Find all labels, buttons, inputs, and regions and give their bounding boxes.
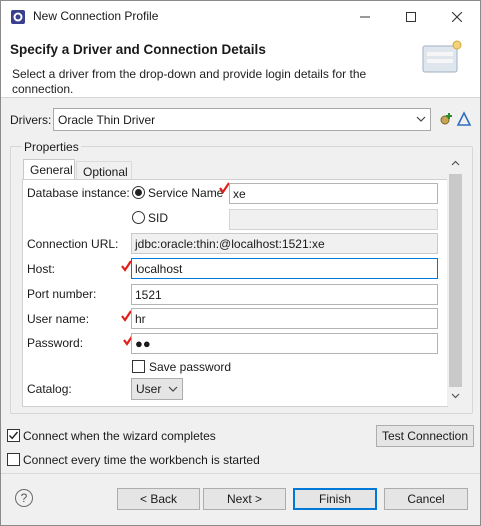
next-button[interactable]: Next > <box>203 488 286 510</box>
maximize-button[interactable] <box>388 1 434 32</box>
scrollbar-thumb[interactable] <box>449 174 462 387</box>
minimize-button[interactable] <box>342 1 388 32</box>
checkmark-icon <box>8 431 19 440</box>
port-number-input[interactable]: 1521 <box>131 284 438 305</box>
sid-input[interactable] <box>229 209 438 230</box>
footer-separator <box>1 473 480 474</box>
host-label: Host: <box>27 262 56 276</box>
wizard-banner: Specify a Driver and Connection Details … <box>1 32 480 98</box>
properties-scrollbar[interactable] <box>447 156 464 406</box>
maximize-icon <box>406 11 416 22</box>
database-wizard-icon <box>422 40 462 73</box>
connection-url-label: Connection URL: <box>27 237 119 251</box>
chevron-down-icon <box>168 386 178 392</box>
catalog-dropdown[interactable]: User <box>131 378 183 400</box>
sid-radio[interactable] <box>132 211 145 224</box>
catalog-label: Catalog: <box>27 382 72 396</box>
tab-optional[interactable]: Optional <box>76 161 132 180</box>
catalog-selected-value: User <box>136 382 162 396</box>
page-description: Select a driver from the drop-down and p… <box>12 67 367 96</box>
window-title: New Connection Profile <box>33 9 159 23</box>
connection-url-field: jdbc:oracle:thin:@localhost:1521:xe <box>131 233 438 254</box>
connect-every-time-checkbox[interactable] <box>7 453 20 466</box>
close-icon <box>452 11 462 22</box>
password-label: Password: <box>27 336 84 350</box>
connect-when-complete-label: Connect when the wizard completes <box>23 429 216 443</box>
host-input[interactable]: localhost <box>131 258 438 279</box>
connect-every-time-label: Connect every time the workbench is star… <box>23 453 260 467</box>
page-heading: Specify a Driver and Connection Details <box>10 42 266 57</box>
dialog-window: New Connection Profile Specify a Driver … <box>0 0 481 526</box>
cancel-button[interactable]: Cancel <box>384 488 468 510</box>
properties-group-label: Properties <box>22 140 81 154</box>
tab-general[interactable]: General <box>23 159 75 180</box>
connect-when-complete-checkbox[interactable] <box>7 429 20 442</box>
save-password-checkbox[interactable] <box>132 360 145 373</box>
password-input[interactable]: ●● <box>131 333 438 354</box>
help-icon[interactable]: ? <box>15 489 33 507</box>
scroll-down-icon[interactable] <box>450 390 461 401</box>
service-name-radio[interactable] <box>132 186 145 199</box>
service-name-input[interactable]: xe <box>229 183 438 204</box>
drivers-dropdown[interactable]: Oracle Thin Driver <box>53 108 431 131</box>
sid-label: SID <box>148 211 169 225</box>
minimize-icon <box>360 16 370 17</box>
port-number-label: Port number: <box>27 287 97 301</box>
back-button[interactable]: < Back <box>117 488 200 510</box>
user-name-input[interactable]: hr <box>131 308 438 329</box>
scroll-up-icon[interactable] <box>450 158 461 169</box>
eclipse-app-icon <box>11 10 25 24</box>
finish-button[interactable]: Finish <box>293 488 377 510</box>
edit-driver-icon[interactable] <box>456 111 472 127</box>
database-instance-label: Database instance: <box>27 186 130 200</box>
drivers-selected-value: Oracle Thin Driver <box>58 113 156 127</box>
test-connection-button[interactable]: Test Connection <box>376 425 474 447</box>
drivers-label: Drivers: <box>10 113 52 127</box>
title-bar: New Connection Profile <box>1 1 480 32</box>
user-name-label: User name: <box>27 312 90 326</box>
save-password-label: Save password <box>149 360 232 374</box>
close-button[interactable] <box>434 1 480 32</box>
chevron-down-icon <box>416 116 426 122</box>
new-driver-icon[interactable] <box>438 111 454 127</box>
service-name-label: Service Name <box>148 186 224 200</box>
